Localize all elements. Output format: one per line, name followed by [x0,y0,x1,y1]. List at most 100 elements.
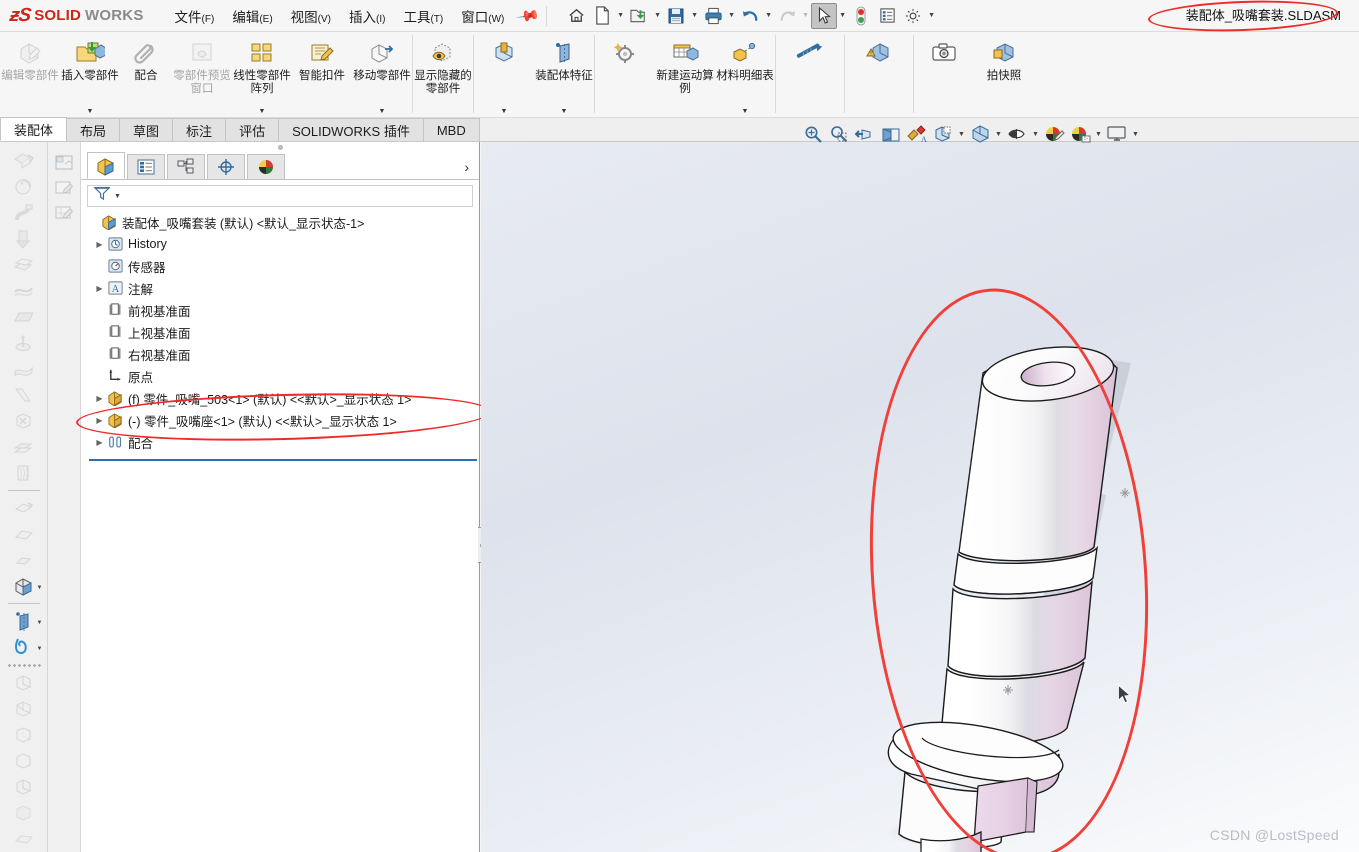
tree-rollback-bar[interactable] [89,459,477,461]
loft-boss-icon[interactable] [4,252,44,278]
tree-display-pane-icon[interactable] [51,150,77,175]
view-orientation-cube-icon[interactable] [967,122,993,146]
spline-curve-caret-icon[interactable]: ▼ [37,646,43,652]
ribbon-move-component[interactable]: 移动零部件 ▼ [352,32,412,118]
ribbon-move-component-caret-icon[interactable]: ▼ [379,108,386,115]
edit-sketch-icon[interactable] [51,175,77,200]
ribbon-insert-component-caret-icon[interactable]: ▼ [87,108,94,115]
spline-curve-icon[interactable]: ▼ [4,634,44,660]
tab-sketch[interactable]: 草图 [119,118,174,141]
shaded-icon[interactable] [4,800,44,826]
panel-drag-handle[interactable] [81,142,479,152]
revolve-surface-icon[interactable] [4,330,44,356]
gear-icon[interactable] [900,3,926,29]
tab-mbd[interactable]: MBD [422,118,480,141]
undo-caret-icon[interactable]: ▼ [763,12,774,19]
display-style-caret-icon[interactable]: ▼ [956,131,967,138]
redo-caret-icon[interactable]: ▼ [800,12,811,19]
select-caret-icon[interactable]: ▼ [837,12,848,19]
wireframe-icon[interactable] [4,696,44,722]
tree-node-origin[interactable]: ▶ 原点 [87,365,479,387]
view-orientation-caret-icon[interactable]: ▼ [993,131,1004,138]
ribbon-reference-geometry-caret-icon[interactable]: ▼ [561,108,568,115]
rib-icon[interactable] [4,460,44,486]
hidden-lines-removed-icon[interactable] [4,748,44,774]
tab-solidworks-addins[interactable]: SOLIDWORKS 插件 [278,118,424,141]
reference-plane-caret-icon[interactable]: ▼ [37,620,43,626]
options-list-icon[interactable] [874,3,900,29]
menu-window[interactable]: 窗口(W) [452,2,513,30]
ribbon-update-speedpak[interactable]: ! [845,32,913,118]
redo-icon[interactable] [774,3,800,29]
view-settings-caret-icon[interactable]: ▼ [1130,131,1141,138]
zoom-to-area-icon[interactable] [826,122,852,146]
view-settings-monitor-icon[interactable] [1104,122,1130,146]
planar-surface-icon[interactable] [4,304,44,330]
isometric-box-caret-icon[interactable]: ▼ [37,585,43,591]
print-caret-icon[interactable]: ▼ [726,12,737,19]
strip-grip-dots[interactable] [6,662,41,669]
tree-node-top-plane[interactable]: ▶ 上视基准面 [87,321,479,343]
filter-funnel-icon[interactable] [93,186,112,206]
menu-insert[interactable]: 插入(I) [340,2,394,30]
gear-caret-icon[interactable]: ▼ [926,12,937,19]
tab-annotation[interactable]: 标注 [172,118,227,141]
filter-caret-icon[interactable]: ▼ [114,193,121,200]
mates-expand-arrow-icon[interactable]: ▶ [93,438,106,447]
save-icon[interactable] [663,3,689,29]
ribbon-exploded-view[interactable]: 材料明细表 ▼ [715,32,775,118]
ribbon-instant3d[interactable] [776,32,844,118]
fillet-icon[interactable] [4,495,44,521]
print-icon[interactable] [700,3,726,29]
ribbon-exploded-view-caret-icon[interactable]: ▼ [742,108,749,115]
isometric-box-icon[interactable]: ▼ [4,573,44,599]
tree-node-part-xizuizuo[interactable]: ▶ (-) 零件_吸嘴座<1> (默认) <<默认>_显示状态 1> [87,409,479,431]
apply-scene-caret-icon[interactable]: ▼ [1093,131,1104,138]
pushpin-icon[interactable]: 📌 [516,3,542,29]
ribbon-linear-pattern-caret-icon[interactable]: ▼ [259,108,266,115]
perspective-icon[interactable] [4,826,44,852]
menu-file[interactable]: 文件(F) [166,2,224,30]
display-style-icon[interactable] [930,122,956,146]
tree-node-right-plane[interactable]: ▶ 右视基准面 [87,343,479,365]
part-503-expand-arrow-icon[interactable]: ▶ [93,394,106,403]
tree-filter-bar[interactable]: ▼ [87,185,473,207]
ribbon-show-hidden-components[interactable]: 显示隐藏的零部件 [413,32,473,118]
hidden-lines-visible-icon[interactable] [4,722,44,748]
menu-edit[interactable]: 编辑(E) [223,2,281,30]
ribbon-mate[interactable]: 配合 [120,32,172,118]
thicken-icon[interactable] [4,434,44,460]
tab-dimxpert-manager[interactable] [207,154,245,179]
ribbon-linear-pattern[interactable]: 线性零部件阵列 ▼ [232,32,292,118]
ribbon-component-preview[interactable]: 零部件预览窗口 [172,32,232,118]
revolve-boss-icon[interactable] [4,174,44,200]
apply-scene-icon[interactable] [1067,122,1093,146]
edit-appearance-icon[interactable] [1041,122,1067,146]
tree-node-front-plane[interactable]: ▶ 前视基准面 [87,299,479,321]
rebuild-icon[interactable] [848,3,874,29]
tree-node-history[interactable]: ▶ History [87,233,479,255]
previous-view-icon[interactable] [852,122,878,146]
tab-display-manager[interactable] [247,154,285,179]
delete-face-icon[interactable] [4,408,44,434]
draft-icon[interactable] [4,547,44,573]
boundary-boss-icon[interactable] [4,278,44,304]
tab-property-manager[interactable] [127,154,165,179]
reference-plane-icon[interactable]: ▼ [4,608,44,634]
swept-surface-icon[interactable] [4,356,44,382]
chamfer-icon[interactable] [4,521,44,547]
tab-feature-manager-design-tree[interactable] [87,152,125,179]
expand-panel-chevron-icon[interactable]: › [464,159,469,175]
open-folder-caret-icon[interactable]: ▼ [652,12,663,19]
extrude-cut-icon[interactable] [4,226,44,252]
display-state-1-icon[interactable] [4,670,44,696]
lofted-surface-icon[interactable] [4,382,44,408]
tab-configuration-manager[interactable] [167,154,205,179]
edit-feature-icon[interactable] [51,200,77,225]
menu-view[interactable]: 视图(V) [282,2,340,30]
ribbon-new-motion-study[interactable] [595,32,655,118]
shaded-with-edges-icon[interactable] [4,774,44,800]
select-arrow-icon[interactable] [811,2,838,29]
graphics-viewport[interactable]: CSDN @LostSpeed [481,142,1359,852]
open-folder-icon[interactable] [626,3,652,29]
